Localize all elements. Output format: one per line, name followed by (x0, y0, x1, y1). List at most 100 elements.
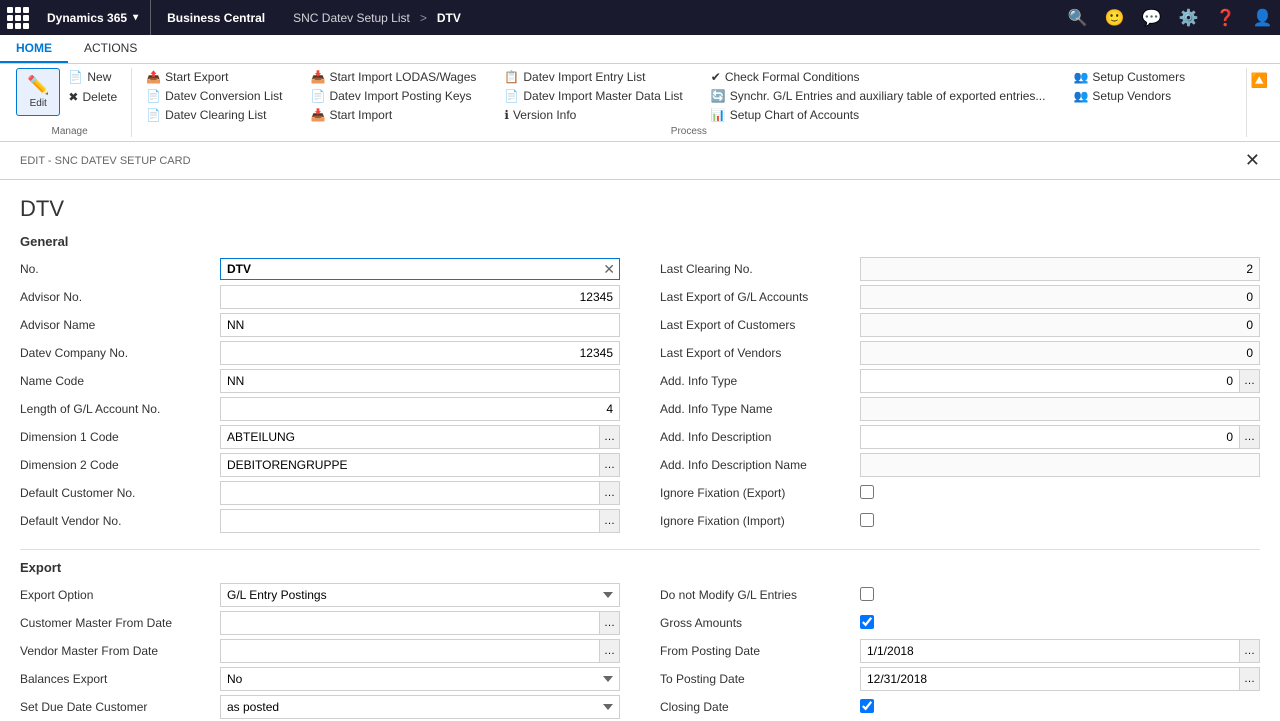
advisor-name-input[interactable] (220, 313, 620, 337)
add-info-type-field-row: Add. Info Type … (660, 369, 1260, 393)
vendor-master-input[interactable] (220, 639, 599, 663)
advisor-no-field-row: Advisor No. (20, 285, 620, 309)
add-info-desc-name-field-row: Add. Info Description Name (660, 453, 1260, 477)
breadcrumb-item1[interactable]: SNC Datev Setup List (293, 11, 410, 25)
add-info-type-name-input[interactable] (860, 397, 1260, 421)
vendor-master-lookup-button[interactable]: … (599, 639, 620, 663)
dimension2-input[interactable] (220, 453, 599, 477)
add-info-type-name-control (860, 397, 1260, 421)
dimension1-input[interactable] (220, 425, 599, 449)
add-info-desc-container: … (860, 425, 1260, 449)
no-clear-button[interactable]: ✕ (599, 259, 619, 279)
add-info-desc-label: Add. Info Description (660, 430, 860, 444)
advisor-name-field-row: Advisor Name (20, 313, 620, 337)
to-posting-date-picker-button[interactable]: … (1239, 667, 1260, 691)
advisor-no-input[interactable] (220, 285, 620, 309)
keys-icon: 📄 (311, 89, 326, 103)
ribbon-collapse-icon[interactable]: 🔼 (1251, 72, 1268, 89)
balances-export-label: Balances Export (20, 672, 220, 686)
balances-export-select[interactable]: No (220, 667, 620, 691)
synchr-gl-button[interactable]: 🔄Synchr. G/L Entries and auxiliary table… (705, 87, 1052, 105)
default-vendor-input[interactable] (220, 509, 599, 533)
waffle-menu[interactable] (0, 0, 35, 35)
version-info-button[interactable]: ℹVersion Info (498, 106, 688, 124)
customer-master-lookup-button[interactable]: … (599, 611, 620, 635)
export-icon: 📤 (146, 70, 161, 84)
do-not-modify-field-row: Do not Modify G/L Entries (660, 583, 1260, 607)
dimension1-lookup-button[interactable]: … (599, 425, 620, 449)
start-import-lodas-button[interactable]: 📥Start Import LODAS/Wages (305, 68, 483, 86)
default-customer-container: … (220, 481, 620, 505)
last-export-vendors-field-row: Last Export of Vendors (660, 341, 1260, 365)
settings-icon[interactable]: ⚙️ (1171, 0, 1206, 35)
delete-button[interactable]: ✖ Delete (62, 88, 123, 106)
add-info-type-input[interactable] (860, 369, 1239, 393)
close-button[interactable]: ✕ (1245, 150, 1260, 171)
add-info-desc-input[interactable] (860, 425, 1239, 449)
tab-actions[interactable]: ACTIONS (68, 35, 153, 63)
default-customer-lookup-button[interactable]: … (599, 481, 620, 505)
ignore-fixation-export-checkbox[interactable] (860, 485, 874, 499)
chat-icon[interactable]: 💬 (1134, 0, 1169, 35)
user-icon[interactable]: 👤 (1245, 0, 1280, 35)
add-info-desc-lookup-button[interactable]: … (1239, 425, 1260, 449)
tab-home[interactable]: HOME (0, 35, 68, 63)
add-info-type-name-field-row: Add. Info Type Name (660, 397, 1260, 421)
set-due-date-customer-select[interactable]: as posted (220, 695, 620, 719)
last-export-gl-control (860, 285, 1260, 309)
datev-conversion-button[interactable]: 📄Datev Conversion List (140, 87, 288, 105)
setup-vendors-button[interactable]: 👥Setup Vendors (1067, 87, 1191, 105)
name-code-input[interactable] (220, 369, 620, 393)
dimension2-label: Dimension 2 Code (20, 458, 220, 472)
last-export-gl-input[interactable] (860, 285, 1260, 309)
datev-company-no-input[interactable] (220, 341, 620, 365)
datev-master-data-button[interactable]: 📄Datev Import Master Data List (498, 87, 688, 105)
process-items: 📤Start Export 📥Start Import LODAS/Wages … (140, 68, 1191, 124)
setup-chart-button[interactable]: 📊Setup Chart of Accounts (705, 106, 1052, 124)
datev-clearing-button[interactable]: 📄Datev Clearing List (140, 106, 288, 124)
customer-master-container: … (220, 611, 620, 635)
to-posting-date-control: … (860, 667, 1260, 691)
gross-amounts-checkbox[interactable] (860, 615, 874, 629)
last-clearing-input[interactable] (860, 257, 1260, 281)
export-option-select[interactable]: G/L Entry Postings (220, 583, 620, 607)
export-form-grid: Export Option G/L Entry Postings Custome… (20, 583, 1260, 721)
default-vendor-lookup-button[interactable]: … (599, 509, 620, 533)
add-info-type-lookup-button[interactable]: … (1239, 369, 1260, 393)
ignore-fixation-import-label: Ignore Fixation (Import) (660, 514, 860, 528)
last-export-vendors-input[interactable] (860, 341, 1260, 365)
ignore-fixation-import-checkbox[interactable] (860, 513, 874, 527)
closing-date-checkbox[interactable] (860, 699, 874, 713)
master-icon: 📄 (504, 89, 519, 103)
dynamics365-link[interactable]: Dynamics 365 ▾ (35, 0, 151, 35)
customer-master-input[interactable] (220, 611, 599, 635)
add-info-desc-name-input[interactable] (860, 453, 1260, 477)
last-export-customers-input[interactable] (860, 313, 1260, 337)
general-right: Last Clearing No. Last Export of G/L Acc… (660, 257, 1260, 537)
datev-import-entry-button[interactable]: 📋Datev Import Entry List (498, 68, 688, 86)
smiley-icon[interactable]: 🙂 (1097, 0, 1132, 35)
version-icon: ℹ (504, 108, 509, 122)
add-info-desc-field-row: Add. Info Description … (660, 425, 1260, 449)
gross-amounts-control (860, 615, 1260, 632)
edit-button[interactable]: ✏️ Edit (16, 68, 60, 116)
setup-customers-button[interactable]: 👥Setup Customers (1067, 68, 1191, 86)
no-input[interactable] (221, 259, 599, 279)
help-icon[interactable]: ❓ (1208, 0, 1243, 35)
datev-posting-keys-button[interactable]: 📄Datev Import Posting Keys (305, 87, 483, 105)
from-posting-date-picker-button[interactable]: … (1239, 639, 1260, 663)
do-not-modify-checkbox[interactable] (860, 587, 874, 601)
ribbon-content: ✏️ Edit 📄 New ✖ Delete Manage (0, 64, 1280, 141)
from-posting-date-input[interactable] (860, 639, 1239, 663)
start-export-button[interactable]: 📤Start Export (140, 68, 288, 86)
gross-amounts-label: Gross Amounts (660, 616, 860, 630)
new-button[interactable]: 📄 New (62, 68, 123, 86)
length-gl-input[interactable] (220, 397, 620, 421)
default-customer-input[interactable] (220, 481, 599, 505)
check-formal-button[interactable]: ✔Check Formal Conditions (705, 68, 1052, 86)
search-icon[interactable]: 🔍 (1060, 0, 1095, 35)
start-import-button[interactable]: 📥Start Import (305, 106, 483, 124)
dimension2-lookup-button[interactable]: … (599, 453, 620, 477)
customer-master-label: Customer Master From Date (20, 616, 220, 630)
to-posting-date-input[interactable] (860, 667, 1239, 691)
